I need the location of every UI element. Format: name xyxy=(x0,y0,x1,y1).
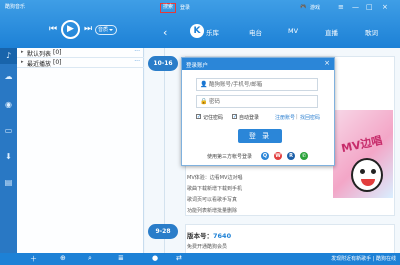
account-input[interactable] xyxy=(209,80,315,90)
playlist-label: 默认列表 xyxy=(27,51,52,58)
remember-checkbox[interactable]: ✓ xyxy=(196,114,201,120)
back-icon[interactable]: ‹ xyxy=(163,26,167,39)
next-icon[interactable]: ⏭ xyxy=(82,23,94,35)
list-icon[interactable]: ≣ xyxy=(118,254,124,262)
music-list-icon[interactable]: ♪ xyxy=(0,48,17,64)
renren-icon[interactable]: R xyxy=(287,152,295,160)
user-icon[interactable]: ● xyxy=(152,254,158,262)
close-icon[interactable]: × xyxy=(382,3,388,11)
cloud-icon[interactable]: ☁ xyxy=(4,72,13,81)
playlist-label: 最近播放 xyxy=(27,61,52,68)
qq-icon[interactable]: Q xyxy=(261,152,269,160)
cartoon-face xyxy=(351,158,383,192)
tab-radio[interactable]: 电台 xyxy=(249,27,262,37)
login-button[interactable]: 登 录 xyxy=(238,129,282,143)
more-icon[interactable]: ··· xyxy=(134,48,140,55)
feature-item: 功能列表新增批量删除 xyxy=(187,208,238,214)
radio-icon[interactable]: ◉ xyxy=(4,100,13,109)
login-dialog: 登录账户 × 👤 🔒 ✓ 记住密码 ✓ 自动登录 注册账号 | 找回密码 登 录… xyxy=(181,57,335,166)
expand-icon: ▸ xyxy=(21,49,24,55)
play-icon: ▶ xyxy=(67,24,74,34)
app-title: 酷狗音乐 xyxy=(5,4,26,10)
shuffle-icon[interactable]: ⇄ xyxy=(176,254,182,262)
playlist-panel: ▸ 默认列表 [0] ··· ▸ 最近播放 [0] ··· xyxy=(17,48,144,253)
weibo-icon[interactable]: W xyxy=(274,152,282,160)
auto-login-label: 自动登录 xyxy=(239,115,260,121)
version-label: 版本号： xyxy=(187,232,213,240)
password-field[interactable]: 🔒 xyxy=(196,95,318,108)
maximize-icon[interactable]: □ xyxy=(366,3,373,11)
tab-mv[interactable]: MV xyxy=(288,27,298,35)
feature-item: MV体验：边看MV边对唱 xyxy=(187,175,243,181)
remember-label: 记住密码 xyxy=(203,115,224,121)
add-icon[interactable]: ＋ xyxy=(30,254,37,264)
date-badge: 10-16 xyxy=(148,56,178,71)
wechat-icon[interactable]: ✆ xyxy=(300,152,308,160)
game-icon[interactable]: 🎮 xyxy=(300,4,306,10)
bottom-bar: ＋ ⊕ ⌕ ≣ ● ⇄ 发现附近有新歌手 | 酷狗在线 xyxy=(0,253,400,265)
kugou-logo: K xyxy=(190,24,204,38)
locate-icon[interactable]: ⊕ xyxy=(60,254,66,262)
playlist-count: [0] xyxy=(53,59,62,66)
expand-icon: ▸ xyxy=(21,59,24,65)
lock-icon: 🔒 xyxy=(200,98,208,105)
date-badge: 9-28 xyxy=(148,224,178,239)
close-icon[interactable]: × xyxy=(324,59,330,67)
left-icon-rail: ♪ ☁ ◉ ▭ ⬇ ▤ xyxy=(0,48,17,253)
banner-text: MV边唱 xyxy=(340,133,384,156)
feature-item: 歌曲下载新增下载到手机 xyxy=(187,186,243,192)
play-button[interactable]: ▶ xyxy=(61,20,80,39)
previous-icon[interactable]: ⏮ xyxy=(47,23,59,35)
tab-live[interactable]: 直播 xyxy=(325,27,338,37)
timeline-line xyxy=(164,48,165,253)
auto-login-checkbox[interactable]: ✓ xyxy=(232,114,237,120)
account-field[interactable]: 👤 xyxy=(196,78,318,91)
status-text: 发现附近有新歌手 | 酷狗在线 xyxy=(331,256,396,262)
menu-icon[interactable]: ≡ xyxy=(338,3,344,11)
playlist-count: [0] xyxy=(53,49,62,56)
register-link[interactable]: 注册账号 xyxy=(275,114,295,121)
version-number: 7640 xyxy=(213,232,232,240)
list-item[interactable]: ▸ 默认列表 [0] ··· xyxy=(17,48,144,58)
local-music-icon[interactable]: ▤ xyxy=(4,178,13,187)
list-item[interactable]: ▸ 最近播放 [0] ··· xyxy=(17,58,144,68)
version-note: 免费开通酷狗会员 xyxy=(187,244,228,250)
banner-image[interactable]: MV边唱 xyxy=(333,110,393,198)
device-icon[interactable]: ▭ xyxy=(4,126,13,135)
quality-select[interactable]: 音质 xyxy=(95,25,117,35)
version-text: 版本号：7640 xyxy=(187,230,231,240)
download-icon[interactable]: ⬇ xyxy=(4,152,13,161)
dialog-header: 登录账户 × xyxy=(182,58,334,70)
tab-library[interactable]: 乐库 xyxy=(206,27,219,37)
minimize-icon[interactable]: — xyxy=(352,3,359,11)
login-link[interactable]: 登录 xyxy=(180,4,190,11)
search-link[interactable]: 搜索 xyxy=(160,3,176,13)
top-bar: 酷狗音乐 ⏮ ▶ ⏭ 音质 搜索 登录 ‹ K 🎮 游戏 ≡ — □ × 乐库 … xyxy=(0,0,400,48)
dialog-title: 登录账户 xyxy=(186,63,209,69)
third-party-label: 使用第三方帐号登录 xyxy=(207,154,253,160)
more-icon[interactable]: ··· xyxy=(134,58,140,65)
user-icon: 👤 xyxy=(200,81,208,88)
game-link[interactable]: 游戏 xyxy=(310,4,320,11)
feature-item: 歌词页可以看歌手写真 xyxy=(187,197,238,203)
forgot-password-link[interactable]: 找回密码 xyxy=(300,114,320,121)
tab-lyrics[interactable]: 歌词 xyxy=(365,27,378,37)
search-icon[interactable]: ⌕ xyxy=(88,254,92,263)
password-input[interactable] xyxy=(209,97,315,107)
link-divider: | xyxy=(296,114,298,120)
